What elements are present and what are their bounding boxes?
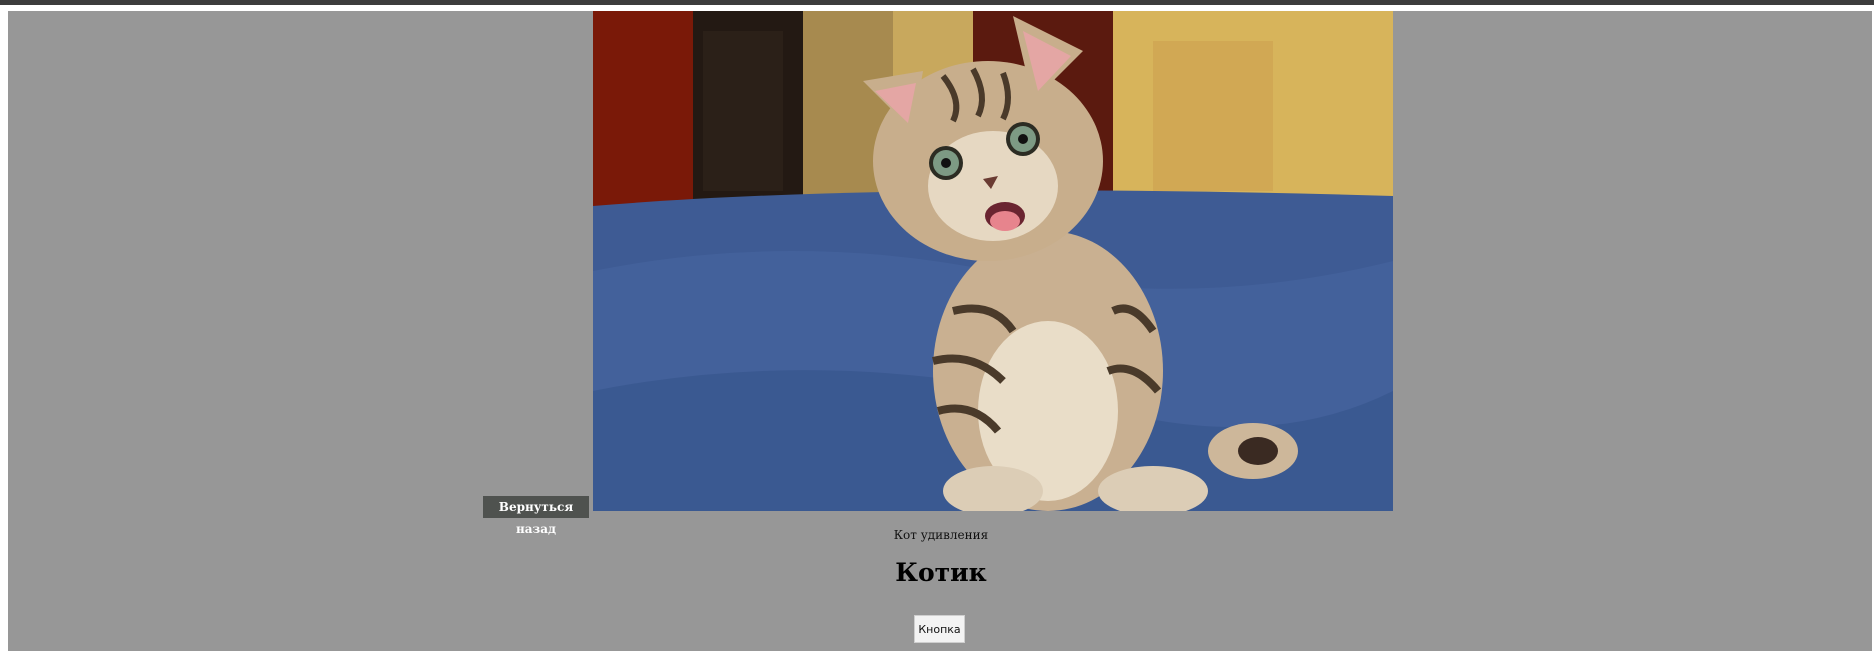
page-container: Вернуться назад Кот удивления Котик Кноп… [8, 11, 1874, 651]
main-button[interactable]: Кнопка [914, 615, 965, 643]
kitten-photo-icon [593, 11, 1393, 511]
image-caption: Кот удивления [893, 528, 989, 542]
back-button[interactable]: Вернуться назад [483, 496, 589, 536]
browser-top-bar [0, 0, 1874, 5]
kitten-image [593, 11, 1393, 511]
page-title: Котик [895, 558, 987, 587]
